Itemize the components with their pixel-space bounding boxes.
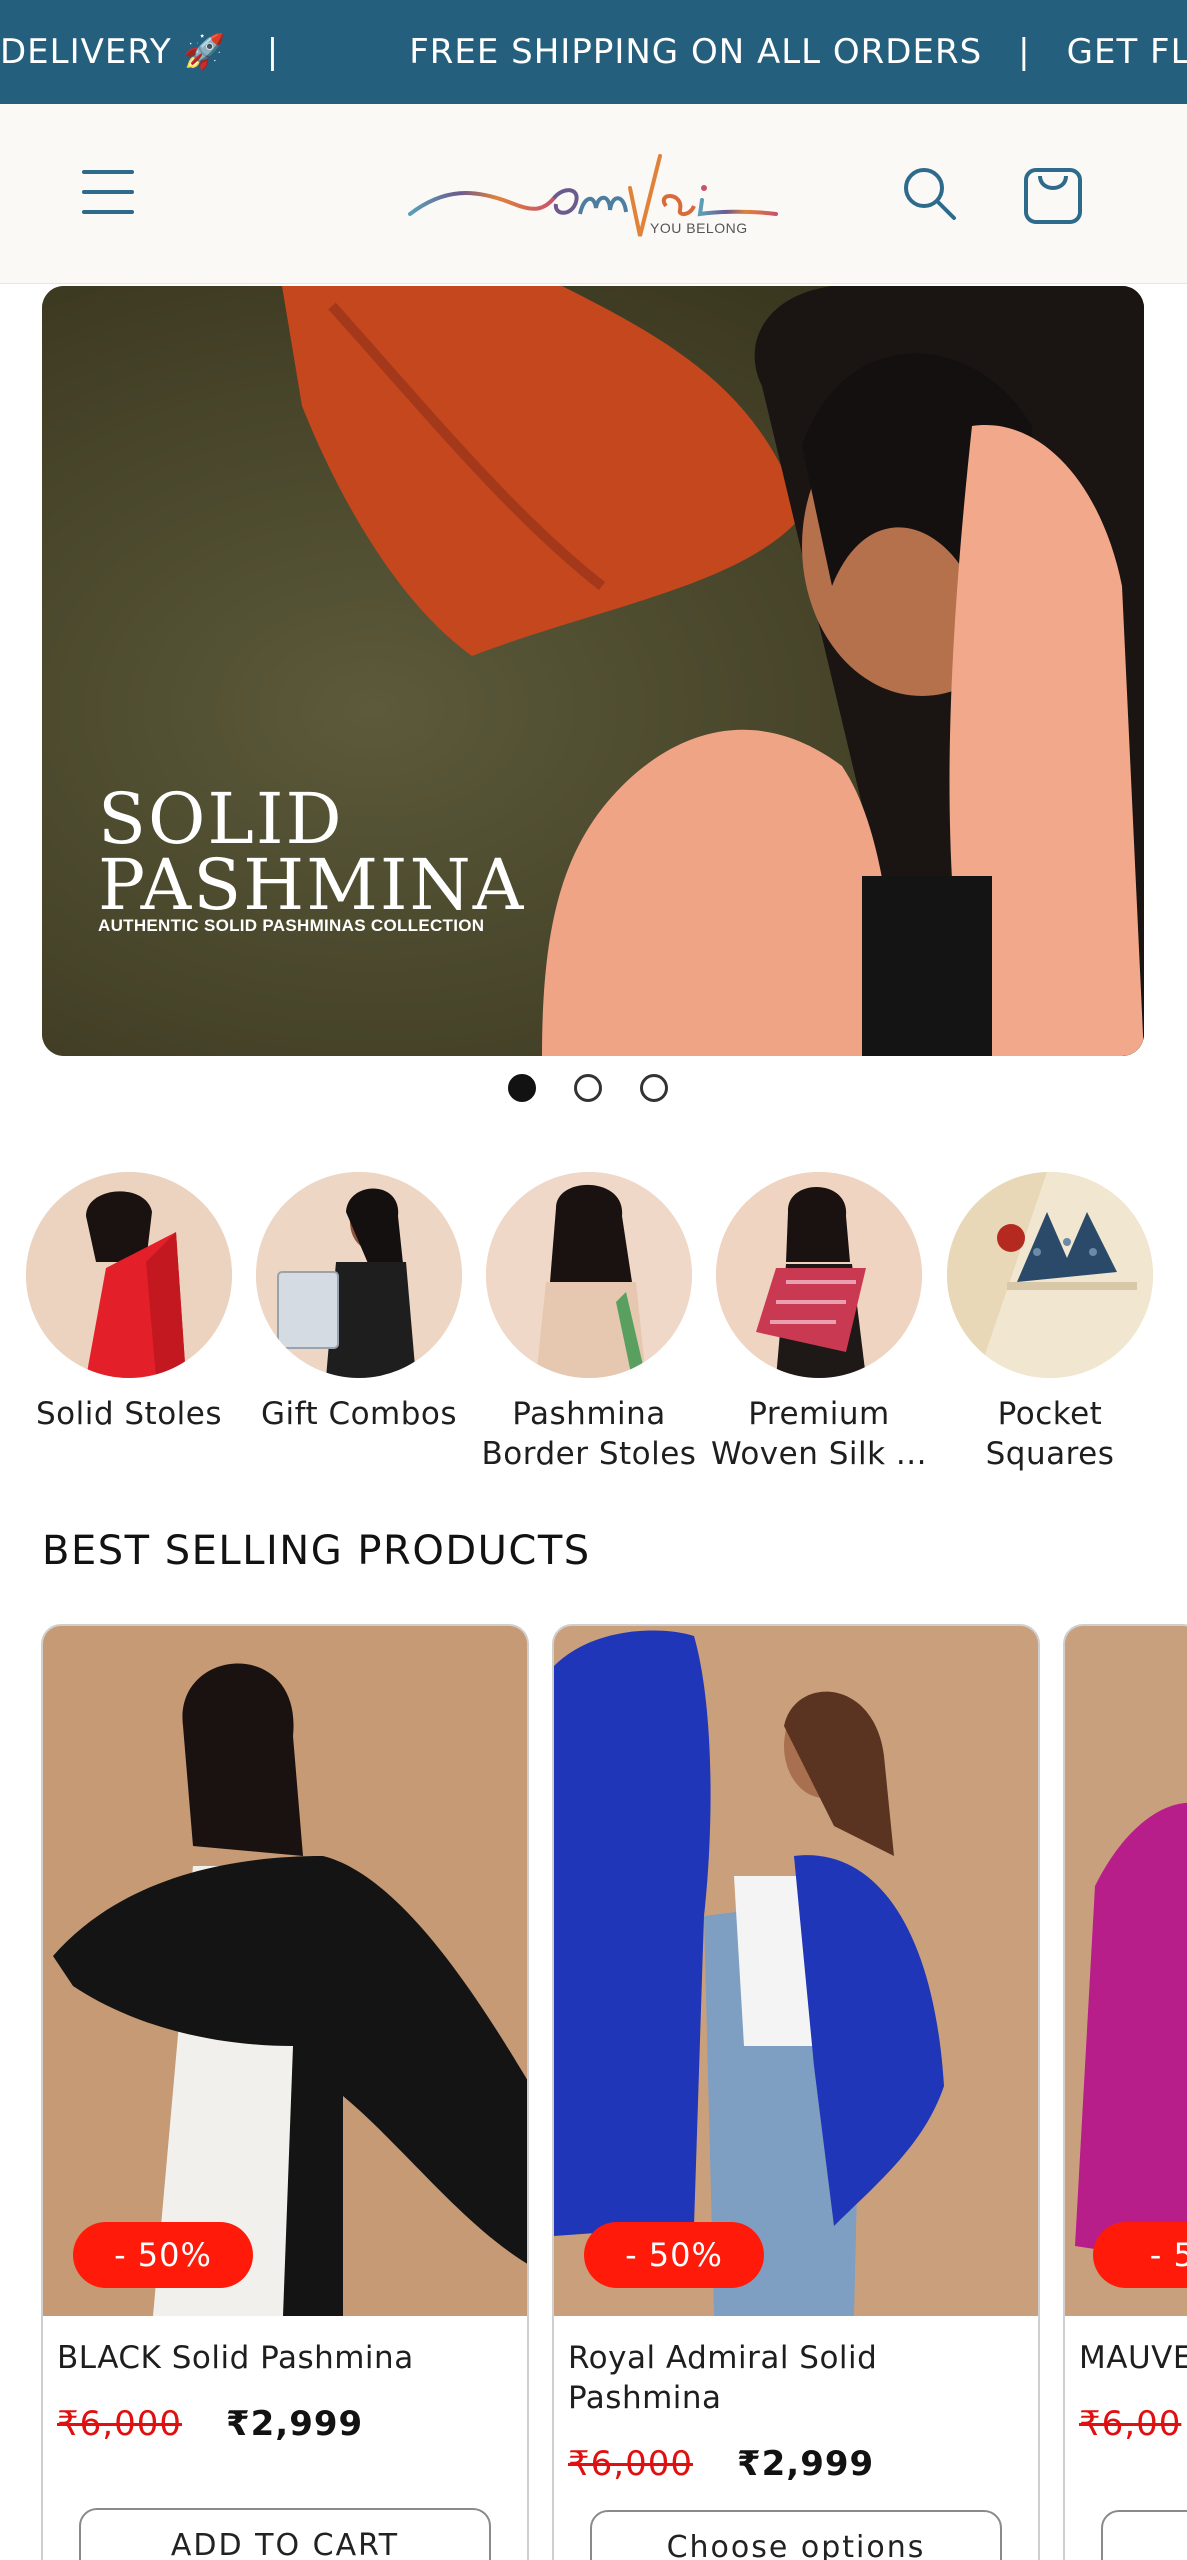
logo-tagline: YOU BELONG	[650, 220, 748, 236]
discount-badge: - 50%	[73, 2222, 253, 2288]
cart-icon[interactable]	[1022, 162, 1084, 226]
product-card[interactable]: - 50% Royal Admiral Solid Pashmina ₹6,00…	[552, 1624, 1040, 2560]
choose-options-button[interactable]: Choose options	[590, 2510, 1002, 2560]
slider-dot-3[interactable]	[640, 1074, 668, 1102]
announcement-text: DELIVERY 🚀	[0, 32, 227, 72]
product-image[interactable]: - 50%	[554, 1626, 1038, 2316]
category-label: Pocket Squares	[985, 1396, 1115, 1472]
announcement-divider: |	[266, 32, 280, 72]
category-image	[486, 1172, 692, 1378]
category-image	[256, 1172, 462, 1378]
announcement-bar: DELIVERY 🚀 | FREE SHIPPING ON ALL ORDERS…	[0, 0, 1187, 104]
slider-dots	[508, 1074, 668, 1106]
compare-price: ₹6,000	[568, 2444, 693, 2484]
announcement-text: FREE SHIPPING ON ALL ORDERS	[409, 32, 983, 72]
discount-badge: - 50%	[584, 2222, 764, 2288]
hero-slide[interactable]: SOLID PASHMINA AUTHENTIC SOLID PASHMINAS…	[42, 286, 1144, 1056]
slider-dot-1[interactable]	[508, 1074, 536, 1102]
compare-price: ₹6,000	[57, 2404, 182, 2444]
product-name[interactable]: Royal Admiral Solid Pashmina	[568, 2338, 1008, 2418]
site-header: YOU BELONG	[0, 104, 1187, 284]
search-icon[interactable]	[900, 164, 960, 224]
announcement-text: GET FL	[1066, 32, 1187, 72]
section-title: BEST SELLING PRODUCTS	[42, 1528, 591, 1574]
hero-image	[42, 286, 1144, 1056]
category-label: Premium Woven Silk ...	[711, 1396, 927, 1472]
category-label: Pashmina Border Stoles	[481, 1396, 697, 1472]
hamburger-icon[interactable]	[80, 164, 140, 220]
price-row: ₹6,000 ₹2,999	[568, 2444, 874, 2484]
category-strip: Solid Stoles Gift Combos Pashmina Border…	[0, 1172, 1187, 1492]
category-pocket-squares[interactable]: Pocket Squares	[940, 1172, 1160, 1474]
product-card[interactable]: - 50% BLACK Solid Pashmina ₹6,000 ₹2,999…	[41, 1624, 529, 2560]
hero-subtitle: AUTHENTIC SOLID PASHMINAS COLLECTION	[98, 916, 485, 935]
category-solid-stoles[interactable]: Solid Stoles	[19, 1172, 239, 1434]
category-gift-combos[interactable]: Gift Combos	[249, 1172, 469, 1434]
announcement-divider: |	[1018, 32, 1031, 72]
add-to-cart-button[interactable]: ADD TO CART	[79, 2508, 491, 2560]
category-pashmina-border-stoles[interactable]: Pashmina Border Stoles	[479, 1172, 699, 1474]
slider-dot-2[interactable]	[574, 1074, 602, 1102]
product-name[interactable]: BLACK Solid Pashmina	[57, 2338, 497, 2378]
category-image	[26, 1172, 232, 1378]
price-row: ₹6,000 ₹2,999	[57, 2404, 363, 2444]
category-image	[716, 1172, 922, 1378]
compare-price: ₹6,00	[1079, 2404, 1182, 2444]
hero-title: SOLID PASHMINA	[98, 778, 526, 926]
product-card[interactable]: - 50 MAUVE ₹6,00	[1063, 1624, 1187, 2560]
category-premium-woven-silk[interactable]: Premium Woven Silk ...	[709, 1172, 929, 1474]
announcement-track: DELIVERY 🚀 | FREE SHIPPING ON ALL ORDERS…	[0, 0, 1187, 104]
category-label: Solid Stoles	[35, 1396, 223, 1432]
add-to-cart-button[interactable]	[1101, 2510, 1187, 2560]
discount-badge: - 50	[1093, 2222, 1187, 2288]
sale-price: ₹2,999	[736, 2444, 875, 2484]
sale-price: ₹2,999	[225, 2404, 364, 2444]
price-row: ₹6,00	[1079, 2404, 1181, 2444]
site-logo[interactable]: YOU BELONG	[404, 136, 784, 252]
category-label: Gift Combos	[260, 1396, 458, 1432]
product-name[interactable]: MAUVE	[1079, 2338, 1187, 2378]
product-image[interactable]: - 50%	[43, 1626, 527, 2316]
category-image	[947, 1172, 1153, 1378]
product-image[interactable]: - 50	[1065, 1626, 1187, 2316]
